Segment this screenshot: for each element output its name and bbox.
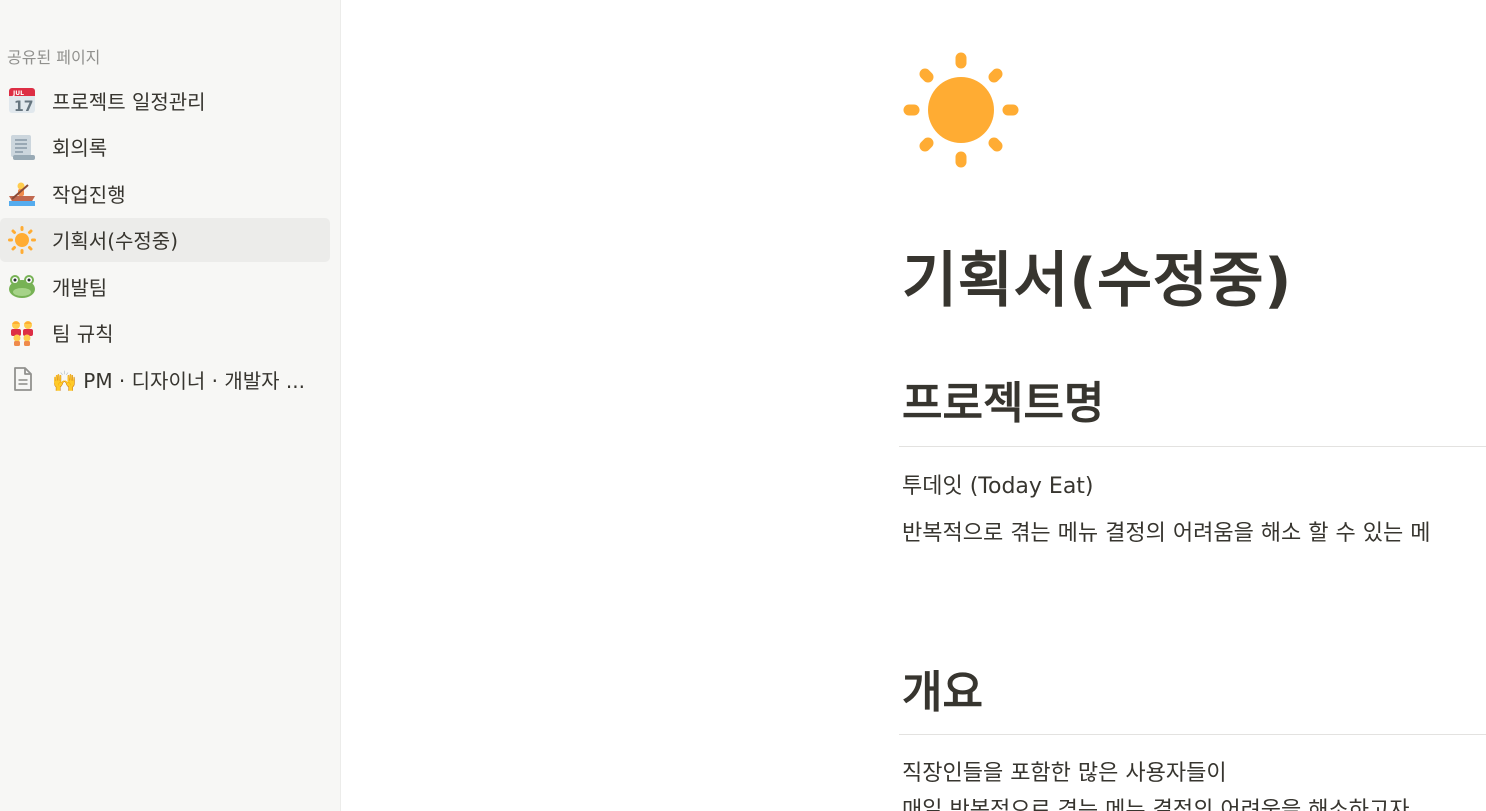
sidebar-item-planning-doc[interactable]: 기획서(수정중) [0, 217, 330, 262]
svg-text:JUL: JUL [12, 90, 24, 97]
sidebar-item-meeting-notes[interactable]: 회의록 [0, 125, 330, 169]
sidebar-item-role-guide[interactable]: 🙌 PM · 디자이너 · 개발자 ... [0, 357, 330, 401]
section-heading-overview[interactable]: 개요 [902, 656, 983, 720]
sidebar-item-label: 팀 규칙 [52, 322, 114, 346]
scroll-page-icon [8, 133, 36, 161]
sidebar-item-label: 회의록 [52, 136, 108, 160]
sidebar-item-label: 기획서(수정중) [52, 229, 179, 253]
page-content: 기획서(수정중) 프로젝트명 투데잇 (Today Eat) 반복적으로 겪는 … [341, 0, 1486, 811]
section-heading-project-name[interactable]: 프로젝트명 [902, 367, 1104, 431]
divider [899, 446, 1486, 447]
sidebar-item-label: 개발팀 [52, 275, 108, 300]
sun-icon[interactable] [901, 50, 1023, 172]
family-icon [8, 319, 36, 347]
calendar-icon: JUL 17 [8, 86, 36, 114]
paragraph[interactable]: 매일 반복적으로 겪는 메뉴 결정의 어려움을 해소하고자 [902, 792, 1409, 811]
paragraph[interactable]: 투데잇 (Today Eat) [902, 468, 1094, 500]
sidebar-item-label: 프로젝트 일정관리 [52, 89, 206, 114]
paragraph[interactable]: 직장인들을 포함한 많은 사용자들이 [902, 755, 1227, 787]
sidebar-item-dev-team[interactable]: 개발팀 [0, 264, 330, 308]
svg-text:17: 17 [14, 99, 33, 114]
divider [899, 734, 1486, 735]
sidebar-item-project-schedule[interactable]: JUL 17 프로젝트 일정관리 [0, 78, 330, 122]
sidebar-item-label: 🙌 PM · 디자이너 · 개발자 ... [52, 368, 305, 393]
document-icon [8, 365, 36, 393]
page-title[interactable]: 기획서(수정중) [902, 232, 1292, 319]
sidebar-item-team-rules[interactable]: 팀 규칙 [0, 311, 330, 355]
sidebar-item-label: 작업진행 [52, 182, 126, 207]
rowboat-icon [8, 179, 36, 207]
shared-pages-label: 공유된 페이지 [7, 48, 101, 67]
sun-icon [8, 225, 36, 254]
frog-icon [8, 272, 36, 300]
sidebar-page-list: JUL 17 프로젝트 일정관리 회의록 작업진행 기획서(수정중) 개발팀 팀… [0, 78, 340, 404]
paragraph[interactable]: 반복적으로 겪는 메뉴 결정의 어려움을 해소 할 수 있는 메 [902, 515, 1430, 547]
sidebar-item-work-progress[interactable]: 작업진행 [0, 171, 330, 215]
sidebar: 공유된 페이지 JUL 17 프로젝트 일정관리 회의록 작업진행 기획서(수정… [0, 0, 341, 811]
notion-app: 공유된 페이지 JUL 17 프로젝트 일정관리 회의록 작업진행 기획서(수정… [0, 0, 1486, 811]
